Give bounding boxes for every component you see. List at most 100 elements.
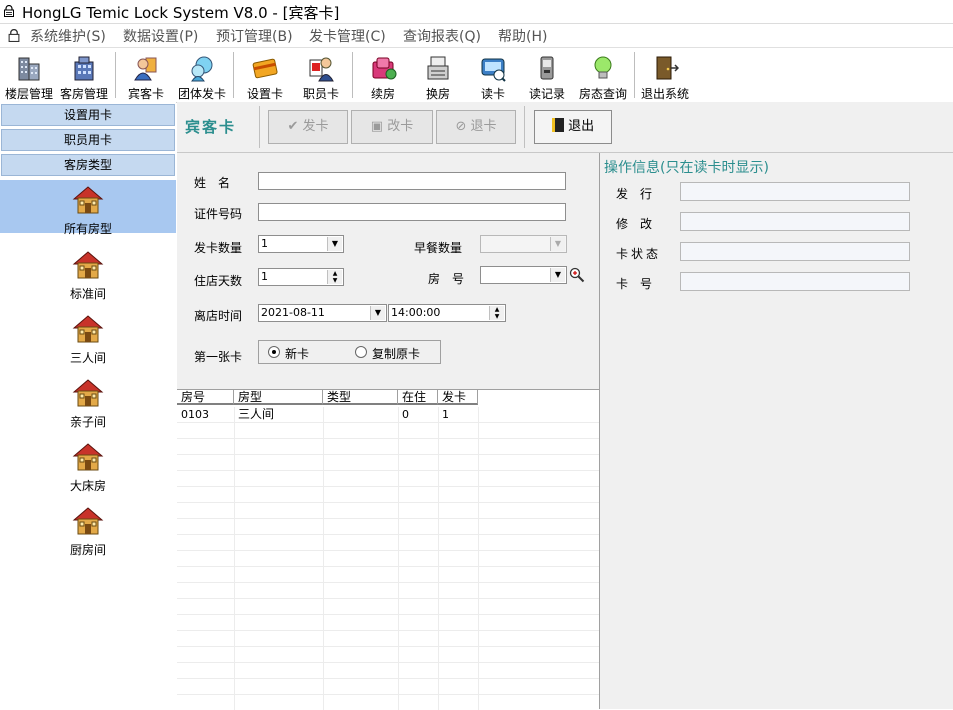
room-type-king[interactable]: 大床房 [0, 437, 176, 497]
grid-line [177, 598, 599, 599]
grid-header-roomtype[interactable]: 房型 [234, 390, 323, 405]
grid-line [177, 646, 599, 647]
setting-card-button[interactable]: 设置卡 [238, 48, 292, 102]
group-icon [191, 56, 213, 82]
grid-line [177, 550, 599, 551]
exit-system-button[interactable]: 退出系统 [638, 48, 692, 102]
house-icon [72, 186, 104, 214]
card-title: 宾客卡 [185, 118, 237, 136]
radio-copy-card[interactable] [355, 346, 367, 358]
radio-new-card-label[interactable]: 新卡 [285, 345, 309, 362]
chevron-down-icon[interactable]: ▼ [327, 237, 342, 251]
chevron-down-icon[interactable]: ▼ [550, 268, 565, 282]
grid-line [398, 407, 399, 710]
house-icon [72, 443, 104, 471]
grid-line [177, 662, 599, 663]
read-records-icon [540, 56, 554, 80]
toolbar-separator [352, 52, 353, 98]
magnifier-icon[interactable] [569, 267, 585, 283]
modify-card-button[interactable]: ▣ 改卡 [351, 110, 433, 144]
stay-days-label: 住店天数 [194, 274, 243, 288]
grid-line [177, 630, 599, 631]
exit-button[interactable]: 退出 [534, 110, 612, 144]
room-number-label: 房 号 [428, 272, 465, 286]
grid-line [177, 566, 599, 567]
first-card-label: 第一张卡 [194, 350, 243, 364]
card-count-select[interactable]: 1 ▼ [258, 235, 344, 253]
menu-help[interactable]: 帮助(H) [498, 26, 547, 46]
stay-days-input[interactable]: 1 ▲ ▼ [258, 268, 344, 286]
read-card-icon [481, 58, 506, 82]
checkout-time-input[interactable]: 14:00:00 ▲ ▼ [388, 304, 506, 322]
room-type-triple[interactable]: 三人间 [0, 309, 176, 369]
room-type-kitchen[interactable]: 厨房间 [0, 501, 176, 561]
menu-data-settings[interactable]: 数据设置(P) [123, 26, 198, 46]
room-management-button[interactable]: 客房管理 [56, 48, 112, 102]
spinner-icon[interactable]: ▲ ▼ [327, 270, 342, 284]
first-card-radio-group: 新卡 复制原卡 [258, 340, 441, 364]
room-grid: 房号 房型 类型 在住 发卡 0103 三人间 0 1 [177, 389, 599, 710]
grid-header-room[interactable]: 房号 [177, 390, 234, 405]
setting-cards-header[interactable]: 设置用卡 [1, 104, 175, 126]
guest-card-panel: 宾客卡 ✔ 发卡 ▣ 改卡 ⊘ 退卡 退出 姓 名 证件号码 发卡数量 1 ▼ … [177, 102, 953, 710]
room-type-family[interactable]: 亲子间 [0, 373, 176, 433]
chevron-down-icon[interactable]: ▼ [550, 237, 565, 251]
house-icon [72, 251, 104, 279]
room-type-standard[interactable]: 标准间 [0, 245, 176, 305]
radio-copy-card-label[interactable]: 复制原卡 [372, 345, 420, 362]
lightbulb-icon [594, 56, 612, 79]
grid-line [177, 678, 599, 679]
room-number-select[interactable]: ▼ [480, 266, 567, 284]
grid-header-occupied[interactable]: 在住 [398, 390, 438, 405]
menu-bar: 系统维护(S) 数据设置(P) 预订管理(B) 发卡管理(C) 查询报表(Q) … [0, 24, 953, 46]
floor-management-button[interactable]: 楼层管理 [2, 48, 56, 102]
grid-header-type[interactable]: 类型 [323, 390, 398, 405]
extend-stay-button[interactable]: 续房 [356, 48, 410, 102]
checkout-date-picker[interactable]: 2021-08-11 ▼ [258, 304, 387, 322]
lock-icon [4, 5, 14, 17]
change-room-button[interactable]: 换房 [411, 48, 465, 102]
room-types-header[interactable]: 客房类型 [1, 154, 175, 176]
info-label-cardno: 卡 号 [616, 277, 653, 291]
card-action-bar: 宾客卡 ✔ 发卡 ▣ 改卡 ⊘ 退卡 退出 [177, 102, 953, 153]
breakfast-count-select[interactable]: ▼ [480, 235, 567, 253]
staff-icon [309, 57, 334, 82]
chevron-down-icon[interactable]: ▼ [370, 306, 385, 320]
room-type-all[interactable]: 所有房型 [0, 180, 176, 236]
grid-line [438, 407, 439, 710]
toolbar-separator [233, 52, 234, 98]
menu-system[interactable]: 系统维护(S) [30, 26, 106, 46]
read-records-button[interactable]: 读记录 [520, 48, 574, 102]
id-number-input[interactable] [258, 203, 566, 221]
check-icon: ✔ [287, 119, 299, 134]
menu-reservation[interactable]: 预订管理(B) [216, 26, 293, 46]
guest-card-button[interactable]: 宾客卡 [119, 48, 173, 102]
issue-card-button[interactable]: ✔ 发卡 [268, 110, 348, 144]
grid-line [177, 694, 599, 695]
cell-occupied: 0 [402, 408, 409, 421]
modify-icon: ▣ [370, 119, 384, 134]
name-input[interactable] [258, 172, 566, 190]
staff-cards-header[interactable]: 职员用卡 [1, 129, 175, 151]
spinner-icon[interactable]: ▲ ▼ [489, 306, 504, 320]
group-card-button[interactable]: 团体发卡 [175, 48, 229, 102]
grid-header-issued[interactable]: 发卡 [438, 390, 478, 405]
card-count-label: 发卡数量 [194, 241, 243, 255]
info-label-status: 卡状态 [616, 247, 662, 261]
grid-line [177, 454, 599, 455]
building-icon [18, 57, 40, 81]
refund-card-button[interactable]: ⊘ 退卡 [436, 110, 516, 144]
house-icon [72, 379, 104, 407]
menu-reports[interactable]: 查询报表(Q) [403, 26, 481, 46]
title-bar: HongLG Temic Lock System V8.0 - [宾客卡] [0, 0, 953, 24]
door-icon [551, 118, 564, 132]
staff-card-button[interactable]: 职员卡 [294, 48, 348, 102]
info-cardno-field [680, 272, 910, 291]
cell-roomtype: 三人间 [238, 407, 275, 421]
room-status-button[interactable]: 房态查询 [576, 48, 630, 102]
menu-card-management[interactable]: 发卡管理(C) [309, 26, 386, 46]
read-card-button[interactable]: 读卡 [466, 48, 520, 102]
guest-icon [134, 57, 157, 81]
radio-new-card[interactable] [268, 346, 280, 358]
separator [524, 106, 525, 148]
